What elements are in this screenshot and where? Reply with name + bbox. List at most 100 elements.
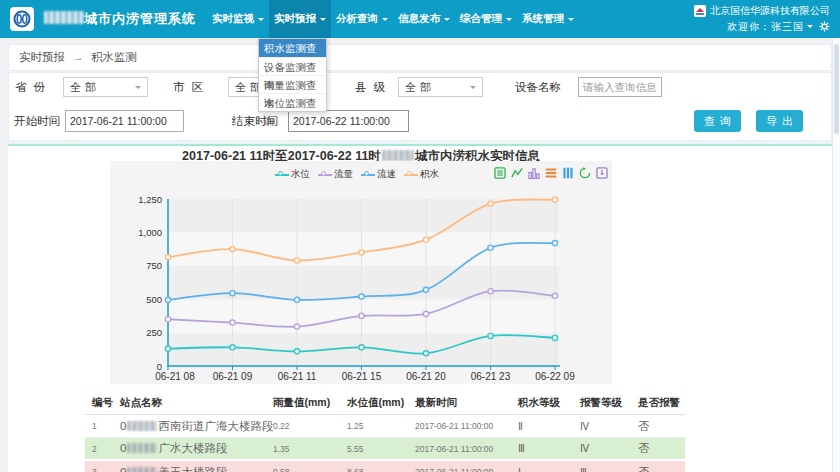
scrollbar-thumb[interactable] xyxy=(834,44,839,134)
data-view-icon[interactable] xyxy=(494,167,506,179)
redacted-name-part xyxy=(127,421,157,431)
nav-item-2[interactable]: 分析查询 xyxy=(331,0,393,38)
legend-label: 水位 xyxy=(291,168,310,181)
nav-item-4[interactable]: 综合管理 xyxy=(455,0,517,38)
stack-icon[interactable] xyxy=(545,167,557,179)
company-line: 北京国信华源科技有限公司 xyxy=(694,3,830,19)
nav-item-label: 综合管理 xyxy=(460,12,502,26)
county-label: 县级 xyxy=(355,77,392,97)
redacted-name-part xyxy=(127,443,157,453)
device-name-placeholder: 请输入查询信息 xyxy=(583,81,657,93)
city-label: 市区 xyxy=(173,77,210,97)
svg-text:0: 0 xyxy=(157,361,162,372)
table-cell: 否 xyxy=(638,441,685,456)
table-header-cell: 报警等级 xyxy=(580,396,638,410)
svg-text:06-21 08: 06-21 08 xyxy=(155,371,195,382)
welcome-text[interactable]: 欢迎你：张三国 xyxy=(727,19,804,34)
end-time-input[interactable]: 2017-06-22 11:00:00 xyxy=(288,110,409,132)
table-header-cell: 积水等级 xyxy=(518,396,580,410)
dropdown-item-2[interactable]: 雨量监测查询 xyxy=(259,75,326,93)
restore-icon[interactable] xyxy=(579,167,591,179)
table-header-cell: 最新时间 xyxy=(415,396,518,410)
line-chart-icon[interactable] xyxy=(511,167,523,179)
chevron-down-icon xyxy=(382,18,388,24)
breadcrumb-page: 积水监测 xyxy=(91,51,137,63)
table-cell: 1 xyxy=(92,421,120,431)
table-cell: 0美玉大楼路段 xyxy=(120,465,273,472)
nav-item-label: 实时预报 xyxy=(274,12,316,26)
nav-item-0[interactable]: 实时监视 xyxy=(207,0,269,38)
nav-item-label: 分析查询 xyxy=(336,12,378,26)
table-cell: 3 xyxy=(92,467,120,472)
dropdown-item-0[interactable]: 积水监测查询 xyxy=(259,39,326,57)
tile-icon[interactable] xyxy=(562,167,574,179)
svg-text:06-21 11: 06-21 11 xyxy=(278,371,317,382)
table-cell: Ⅰ xyxy=(518,467,580,472)
table-cell: 否 xyxy=(638,419,685,434)
device-name-label: 设备名称 xyxy=(515,77,561,97)
stations-table: 编号站点名称雨量值(mm)水位值(mm)最新时间积水等级报警等级是否报警10西南… xyxy=(85,392,685,472)
page-scrollbar[interactable] xyxy=(832,38,840,472)
chevron-down-icon xyxy=(258,18,264,24)
nav-item-1[interactable]: 实时预报 xyxy=(269,0,331,38)
line-chart-plot: 02505007501,0001,25006-21 0806-21 0906-2… xyxy=(110,161,612,384)
app-logo-icon xyxy=(10,7,34,31)
county-select[interactable]: 全部 xyxy=(398,77,483,97)
table-cell: 8.68 xyxy=(347,467,415,472)
table-cell: 2017-06-21 11:00:00 xyxy=(415,467,518,472)
table-header-cell: 水位值(mm) xyxy=(347,396,415,410)
nav-dropdown-menu: 积水监测查询设备监测查询雨量监测查询水位监测查询 xyxy=(258,38,327,112)
bar-chart-icon[interactable] xyxy=(528,167,540,179)
legend-item-积水[interactable]: 积水 xyxy=(404,168,439,181)
legend-label: 流量 xyxy=(334,168,353,181)
breadcrumb-separator-icon: → xyxy=(72,51,84,63)
nav-item-label: 系统管理 xyxy=(522,12,564,26)
table-header-row: 编号站点名称雨量值(mm)水位值(mm)最新时间积水等级报警等级是否报警 xyxy=(85,392,685,415)
chevron-down-icon xyxy=(320,18,326,24)
county-value: 全部 xyxy=(405,80,435,95)
start-time-input[interactable]: 2017-06-21 11:00:00 xyxy=(65,110,184,132)
query-button[interactable]: 查询 xyxy=(694,110,741,132)
legend-label: 流速 xyxy=(377,168,396,181)
save-image-icon[interactable] xyxy=(596,167,608,179)
nav-item-5[interactable]: 系统管理 xyxy=(517,0,579,38)
legend-item-流速[interactable]: 流速 xyxy=(361,168,396,181)
svg-text:06-21 23: 06-21 23 xyxy=(471,371,511,382)
dropdown-item-1[interactable]: 设备监测查询 xyxy=(259,57,326,75)
dropdown-item-3[interactable]: 水位监测查询 xyxy=(259,93,326,111)
device-name-input[interactable]: 请输入查询信息 xyxy=(578,77,662,97)
legend-marker-icon xyxy=(361,171,375,179)
svg-text:06-22 09: 06-22 09 xyxy=(535,371,575,382)
table-header-cell: 是否报警 xyxy=(638,396,685,410)
table-cell: 0.22 xyxy=(273,421,347,431)
redacted-city-name xyxy=(44,11,84,24)
nav-item-label: 信息发布 xyxy=(398,12,440,26)
nav-item-3[interactable]: 信息发布 xyxy=(393,0,455,38)
legend-item-流量[interactable]: 流量 xyxy=(318,168,353,181)
start-time-label: 开始时间 xyxy=(14,111,60,131)
legend-marker-icon xyxy=(275,171,289,179)
table-cell: 2 xyxy=(92,444,120,454)
table-cell: Ⅲ xyxy=(580,467,638,472)
app-title: 城市内涝管理系统 xyxy=(44,0,196,38)
table-row-2[interactable]: 20广水大楼路段1.355.552017-06-21 11:00:00ⅢⅣ否 xyxy=(85,438,685,461)
svg-text:500: 500 xyxy=(146,294,162,305)
export-button[interactable]: 导出 xyxy=(756,110,803,132)
redacted-city-name xyxy=(382,150,414,161)
breadcrumb-section[interactable]: 实时预报 xyxy=(19,51,65,63)
legend-label: 积水 xyxy=(420,168,439,181)
table-cell: 1.25 xyxy=(347,421,415,431)
legend-item-水位[interactable]: 水位 xyxy=(275,168,310,181)
province-select[interactable]: 全部 xyxy=(63,77,148,97)
legend-marker-icon xyxy=(404,171,418,179)
chevron-down-icon xyxy=(568,18,574,24)
breadcrumb: 实时预报 → 积水监测 xyxy=(8,44,832,71)
table-row-3[interactable]: 30美玉大楼路段0.588.682017-06-21 11:00:00ⅠⅢ否 xyxy=(85,461,685,472)
table-row-1[interactable]: 10西南街道广海大楼路段0.221.252017-06-21 11:00:00Ⅱ… xyxy=(85,415,685,438)
logo-emblem-icon xyxy=(12,9,32,29)
svg-text:750: 750 xyxy=(146,260,162,271)
table-cell: Ⅳ xyxy=(580,443,638,454)
table-cell: 5.55 xyxy=(347,444,415,454)
select-caret-icon xyxy=(135,86,141,92)
settings-gear-icon[interactable] xyxy=(819,21,830,32)
